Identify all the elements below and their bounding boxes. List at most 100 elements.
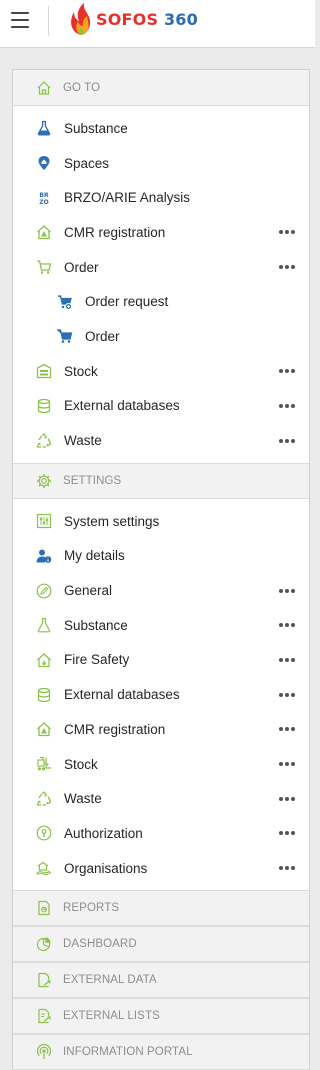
menu-item-label: System settings [64,513,160,529]
app-logo[interactable]: SOFOS 360 [68,1,198,37]
menu-item-label: BRZO/ARIE Analysis [64,190,191,206]
section-header-goto[interactable]: GO TO [13,70,309,106]
organisation-icon [36,860,52,876]
menu-item-label: My details [64,548,125,564]
recycle-icon [36,790,52,807]
more-options-icon[interactable] [279,762,295,767]
more-options-icon[interactable] [279,588,295,593]
section-label-information-portal: INFORMATION PORTAL [63,1046,193,1059]
brand-part-red: SOFOS [96,9,159,29]
section-header-external-lists[interactable]: EXTERNAL LISTS [13,998,309,1035]
more-options-icon[interactable] [279,692,295,697]
menu-item-label: External databases [64,398,180,414]
menu-item-settings-external-databases[interactable]: External databases [13,677,309,712]
section-header-external-data[interactable]: EXTERNAL DATA [13,962,309,999]
fire-house-icon [36,652,52,668]
menu-item-label: Authorization [64,825,143,841]
topbar-divider [48,6,49,36]
section-label-settings: SETTINGS [63,474,122,487]
section-header-settings[interactable]: SETTINGS [13,462,309,499]
report-icon [36,900,52,916]
menu-item-substance[interactable]: Substance [13,111,309,146]
menu-item-settings-substance[interactable]: Substance [13,608,309,643]
cart-icon [36,259,52,275]
more-options-icon[interactable] [279,866,295,871]
menu-item-label: CMR registration [64,721,166,737]
broadcast-icon [36,1044,52,1060]
brzo-icon: BR ZO [36,190,52,206]
more-options-icon[interactable] [279,403,295,408]
menu-subitem-order[interactable]: Order [13,319,309,354]
more-options-icon[interactable] [279,727,295,732]
menu-item-label: Organisations [64,860,148,876]
menu-subitem-order-request[interactable]: Order request [13,284,309,319]
section-header-reports[interactable]: REPORTS [13,890,309,927]
svg-text:BR: BR [39,192,49,199]
section-label-dashboard: DASHBOARD [63,938,137,951]
menu-item-label: Order [85,328,120,344]
warehouse-icon [36,363,52,379]
more-options-icon[interactable] [279,369,295,374]
hamburger-menu-icon[interactable] [11,12,29,28]
pie-chart-icon [36,936,52,952]
menu-item-stock[interactable]: Stock [13,354,309,389]
menu-item-settings-stock[interactable]: Stock [13,747,309,782]
menu-item-my-details[interactable]: My details [13,539,309,574]
external-data-icon [36,972,52,988]
navigation-panel: GO TO Substance Spaces BR ZO BRZO/ARIE An… [12,69,310,1070]
menu-item-brzo-arie-analysis[interactable]: BR ZO BRZO/ARIE Analysis [13,180,309,215]
more-options-icon[interactable] [279,831,295,836]
menu-item-label: Fire Safety [64,652,130,668]
flask-icon [36,120,52,136]
menu-item-label: General [64,583,113,599]
section-header-dashboard[interactable]: DASHBOARD [13,926,309,963]
menu-item-label: Waste [64,791,102,807]
menu-item-external-databases[interactable]: External databases [13,389,309,424]
database-icon [36,687,52,703]
external-lists-icon [36,1008,52,1024]
menu-item-organisations[interactable]: Organisations [13,851,309,886]
cmr-house-icon [36,224,52,240]
section-header-information-portal[interactable]: INFORMATION PORTAL [13,1034,309,1070]
menu-item-label: Spaces [64,155,110,171]
menu-item-label: Stock [64,363,98,379]
more-options-icon[interactable] [279,657,295,662]
menu-item-label: CMR registration [64,224,166,240]
forklift-icon [36,756,52,772]
more-options-icon[interactable] [279,438,295,443]
database-icon [36,398,52,414]
menu-item-general[interactable]: General [13,573,309,608]
menu-item-settings-cmr-registration[interactable]: CMR registration [13,712,309,747]
menu-item-label: Order request [85,294,169,310]
section-label-reports: REPORTS [63,902,120,915]
menu-item-waste[interactable]: Waste [13,423,309,458]
sliders-icon [36,513,52,529]
recycle-icon [36,432,52,449]
flask-outline-icon [36,617,52,633]
svg-text:ZO: ZO [39,199,48,206]
more-options-icon[interactable] [279,623,295,628]
menu-item-label: External databases [64,687,180,703]
home-icon [36,80,52,96]
gear-icon [36,473,52,489]
more-options-icon[interactable] [279,230,295,235]
section-label-external-data: EXTERNAL DATA [63,974,157,987]
lock-icon [36,825,52,841]
user-info-icon [36,548,52,564]
more-options-icon[interactable] [279,265,295,270]
menu-item-authorization[interactable]: Authorization [13,816,309,851]
section-label-external-lists: EXTERNAL LISTS [63,1010,160,1023]
menu-item-order[interactable]: Order [13,250,309,285]
more-options-icon[interactable] [279,796,295,801]
menu-item-cmr-registration[interactable]: CMR registration [13,215,309,250]
menu-item-system-settings[interactable]: System settings [13,504,309,539]
menu-item-fire-safety[interactable]: Fire Safety [13,643,309,678]
menu-item-spaces[interactable]: Spaces [13,146,309,181]
menu-item-label: Substance [64,617,128,633]
menu-item-settings-waste[interactable]: Waste [13,781,309,816]
cmr-house-icon [36,721,52,737]
section-label-goto: GO TO [63,81,101,94]
top-bar: SOFOS 360 [0,0,315,48]
menu-item-label: Stock [64,756,98,772]
menu-item-label: Substance [64,120,128,136]
